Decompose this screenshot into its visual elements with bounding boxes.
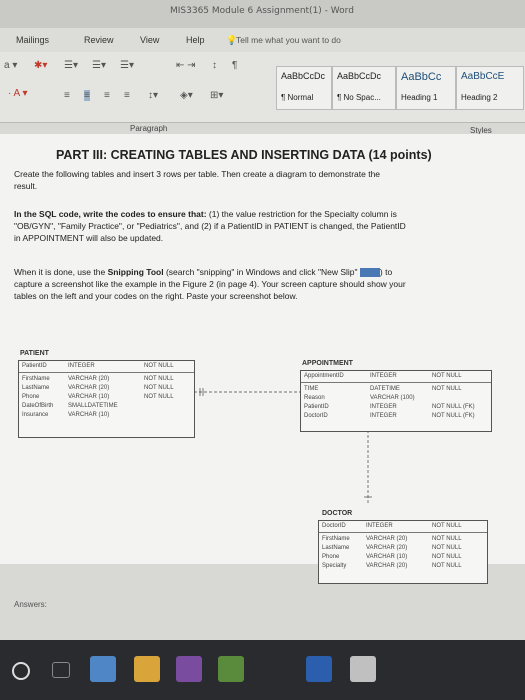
onenote-icon[interactable] (176, 656, 202, 682)
appointment-key-separator (301, 382, 491, 383)
appointment-table-title: APPOINTMENT (302, 360, 353, 367)
doctor-row-0-col-2: NOT NULL (432, 523, 462, 529)
patient-row-4-col-1: SMALLDATETIME (68, 403, 118, 409)
appointment-row-2-col-0: Reason (304, 395, 325, 401)
patient-row-4-col-0: DateOfBirth (22, 403, 54, 409)
appointment-row-1-col-2: NOT NULL (432, 386, 462, 392)
file-explorer-icon[interactable] (90, 656, 116, 682)
appointment-row-0-col-2: NOT NULL (432, 373, 462, 379)
doctor-row-3-col-0: Phone (322, 554, 340, 560)
appointment-row-4-col-2: NOT NULL (FK) (432, 413, 475, 419)
doctor-row-4-col-2: NOT NULL (432, 563, 462, 569)
appointment-row-3-col-1: INTEGER (370, 404, 397, 410)
appointment-row-0-col-1: INTEGER (370, 373, 397, 379)
cortana-icon[interactable] (12, 662, 30, 680)
patient-row-2-col-0: LastName (22, 385, 50, 391)
patient-row-5-col-0: Insurance (22, 412, 49, 418)
excel-icon[interactable] (218, 656, 244, 682)
patient-row-1-col-2: NOT NULL (144, 376, 174, 382)
patient-row-3-col-2: NOT NULL (144, 394, 174, 400)
patient-row-1-col-1: VARCHAR (20) (68, 376, 110, 382)
doctor-row-4-col-0: Specialty (322, 563, 347, 569)
doctor-row-3-col-2: NOT NULL (432, 554, 462, 560)
appointment-row-3-col-0: PatientID (304, 404, 329, 410)
patient-key-separator (19, 372, 194, 373)
patient-row-2-col-1: VARCHAR (20) (68, 385, 110, 391)
doctor-row-4-col-1: VARCHAR (20) (366, 563, 408, 569)
doctor-table (318, 520, 488, 584)
doctor-row-0-col-1: INTEGER (366, 523, 393, 529)
appointment-row-3-col-2: NOT NULL (FK) (432, 404, 475, 410)
app-icon[interactable] (350, 656, 376, 682)
task-view-icon[interactable] (52, 662, 70, 678)
patient-row-1-col-0: FirstName (22, 376, 50, 382)
er-connectors (194, 388, 372, 505)
word-icon[interactable] (306, 656, 332, 682)
doctor-row-0-col-0: DoctorID (322, 523, 346, 529)
doctor-row-2-col-0: LastName (322, 545, 350, 551)
doctor-key-separator (319, 532, 487, 533)
appointment-row-0-col-0: AppointmentID (304, 373, 344, 379)
patient-row-0-col-2: NOT NULL (144, 363, 174, 369)
patient-row-3-col-0: Phone (22, 394, 40, 400)
answers-label: Answers: (14, 600, 47, 609)
patient-row-3-col-1: VARCHAR (10) (68, 394, 110, 400)
patient-row-0-col-1: INTEGER (68, 363, 95, 369)
doctor-row-3-col-1: VARCHAR (10) (366, 554, 408, 560)
appointment-row-2-col-1: VARCHAR (100) (370, 395, 415, 401)
patient-table-title: PATIENT (20, 350, 49, 357)
appointment-table (300, 370, 492, 432)
patient-row-5-col-1: VARCHAR (10) (68, 412, 110, 418)
appointment-row-4-col-0: DoctorID (304, 413, 328, 419)
screen: MIS3365 Module 6 Assignment(1) - Word Ma… (0, 0, 525, 700)
doctor-row-2-col-2: NOT NULL (432, 545, 462, 551)
patient-row-0-col-0: PatientID (22, 363, 47, 369)
folder-icon[interactable] (134, 656, 160, 682)
patient-row-2-col-2: NOT NULL (144, 385, 174, 391)
taskbar (0, 640, 525, 700)
doctor-row-1-col-1: VARCHAR (20) (366, 536, 408, 542)
doctor-row-2-col-1: VARCHAR (20) (366, 545, 408, 551)
appointment-row-1-col-0: TIME (304, 386, 319, 392)
doctor-row-1-col-2: NOT NULL (432, 536, 462, 542)
appointment-row-4-col-1: INTEGER (370, 413, 397, 419)
doctor-row-1-col-0: FirstName (322, 536, 350, 542)
appointment-row-1-col-1: DATETIME (370, 386, 400, 392)
doctor-table-title: DOCTOR (322, 510, 353, 517)
